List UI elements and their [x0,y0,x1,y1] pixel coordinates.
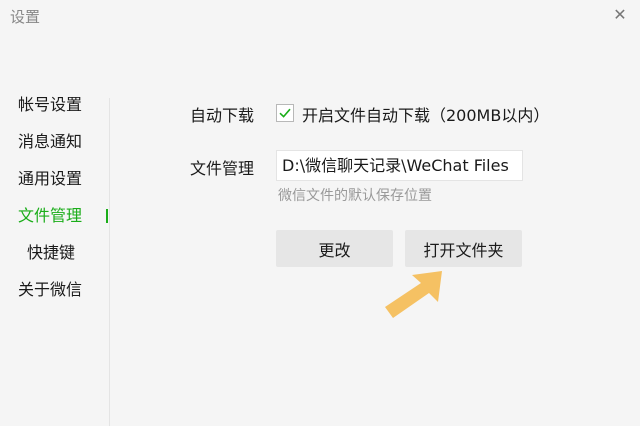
open-folder-button[interactable]: 打开文件夹 [405,230,522,267]
sidebar-item-shortcuts[interactable]: 快捷键 [0,234,110,271]
sidebar-item-account[interactable]: 帐号设置 [0,86,110,123]
sidebar-item-about[interactable]: 关于微信 [0,271,110,308]
close-button[interactable]: ✕ [608,2,632,26]
save-path-hint: 微信文件的默认保存位置 [278,188,432,204]
auto-download-checkbox[interactable] [276,104,294,122]
sidebar-item-label: 关于微信 [18,280,83,299]
active-indicator [106,209,108,223]
sidebar-item-label: 通用设置 [18,169,83,188]
sidebar-item-general[interactable]: 通用设置 [0,160,110,197]
sidebar: 帐号设置 消息通知 通用设置 文件管理 快捷键 关于微信 [0,86,110,308]
close-icon: ✕ [613,4,627,24]
change-button[interactable]: 更改 [276,230,393,267]
arrow-pointer-icon [385,271,442,318]
file-management-label: 文件管理 [190,159,255,178]
sidebar-item-label: 帐号设置 [18,95,83,114]
check-icon [279,108,291,118]
sidebar-item-label: 文件管理 [18,206,83,225]
sidebar-item-label: 快捷键 [27,243,76,262]
auto-download-checkbox-label: 开启文件自动下载（200MB以内） [302,106,550,125]
auto-download-label: 自动下载 [190,106,255,125]
sidebar-item-label: 消息通知 [18,132,83,151]
sidebar-item-file-management[interactable]: 文件管理 [0,197,110,234]
save-path-field[interactable]: D:\微信聊天记录\WeChat Files [276,150,523,181]
sidebar-item-notifications[interactable]: 消息通知 [0,123,110,160]
window-title: 设置 [10,8,41,26]
sidebar-divider [109,98,110,426]
